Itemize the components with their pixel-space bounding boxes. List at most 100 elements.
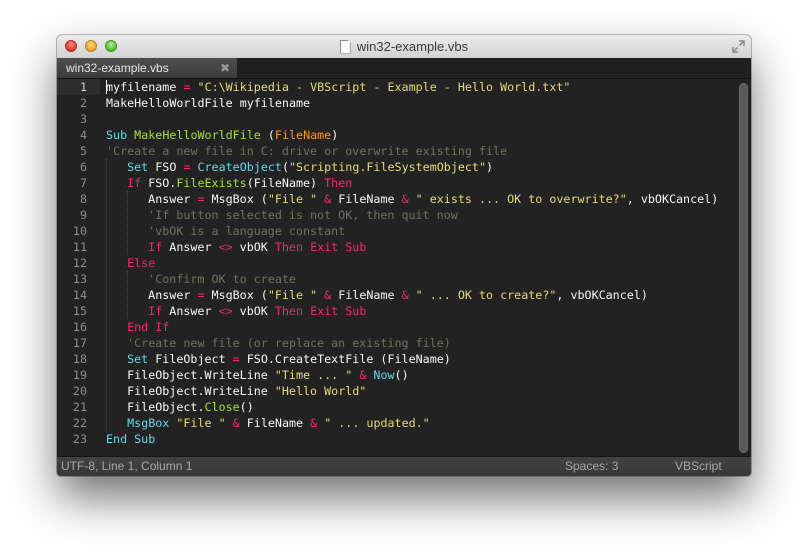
code-token: FileObject.WriteLine: [127, 384, 275, 398]
code-token: Set: [127, 160, 149, 174]
cursor-position-status: UTF-8, Line 1, Column 1: [61, 459, 193, 473]
code-token: (FileName): [246, 176, 325, 190]
code-token: MakeHelloWorldFile myfilename: [106, 96, 311, 110]
code-token: &: [401, 288, 409, 302]
code-line: MsgBox "File " & FileName & " ... update…: [127, 415, 430, 431]
code-token: " ... OK to create?": [415, 288, 557, 302]
code-line: If Answer <> vbOK Then Exit Sub: [148, 239, 366, 255]
code-token: MsgBox: [127, 416, 170, 430]
code-token: myfilename: [106, 80, 184, 94]
code-area[interactable]: myfilename = "C:\Wikipedia - VBScript - …: [106, 79, 731, 457]
code-line: If Answer <> vbOK Then Exit Sub: [148, 303, 366, 319]
code-token: FSO: [148, 160, 184, 174]
line-number-gutter: 1 2 3 4 5 6 7 8 9 10 11 12 13 14 15 16 17 18 19 20 21 22 23: [57, 79, 100, 457]
indent-guide: [127, 191, 129, 255]
code-line: 'vbOK is a language constant: [148, 223, 345, 239]
code-line: 'Create a new file in C: drive or overwr…: [106, 143, 507, 159]
line-number: 8: [79, 192, 87, 206]
code-line: Set FSO = CreateObject("Scripting.FileSy…: [127, 159, 493, 175]
code-token: FileObject: [148, 352, 233, 366]
document-icon: [339, 39, 351, 54]
code-token: FileName: [274, 128, 332, 142]
code-token: Exit Sub: [310, 240, 367, 254]
code-token: Then: [274, 304, 304, 318]
line-number: 12: [72, 256, 87, 270]
code-line: Sub MakeHelloWorldFile (FileName): [106, 127, 338, 143]
vertical-scrollbar[interactable]: [739, 83, 748, 453]
code-line: Else: [127, 255, 155, 271]
code-token: Answer: [148, 192, 198, 206]
text-cursor: [106, 80, 107, 94]
window-title: win32-example.vbs: [356, 39, 469, 54]
line-number: 18: [72, 352, 87, 366]
fullscreen-arrows-icon: [732, 40, 745, 53]
tab-win32-example[interactable]: win32-example.vbs ✖: [57, 58, 237, 78]
code-token: "File ": [267, 288, 318, 302]
line-number: 1: [79, 80, 87, 94]
code-token: Answer: [162, 304, 219, 318]
code-token: "File ": [176, 416, 226, 430]
line-number: 3: [79, 112, 87, 126]
code-line: Answer = MsgBox ("File " & FileName & " …: [148, 287, 648, 303]
code-token: MsgBox (: [204, 192, 268, 206]
code-token: , vbOKCancel): [626, 192, 719, 206]
code-token: (): [239, 400, 254, 414]
code-token: 'vbOK is a language constant: [148, 224, 346, 238]
code-token: Now: [373, 368, 395, 382]
code-token: "File ": [267, 192, 318, 206]
code-token: ): [486, 160, 494, 174]
line-number: 22: [72, 416, 87, 430]
code-line: myfilename = "C:\Wikipedia - VBScript - …: [106, 79, 570, 95]
line-number: 6: [79, 160, 87, 174]
code-token: If: [148, 304, 163, 318]
code-token: FileName: [331, 192, 402, 206]
line-number: 23: [72, 432, 87, 446]
code-token: If: [127, 176, 142, 190]
indent-guide: [127, 271, 129, 319]
code-token: &: [232, 416, 240, 430]
code-token: <>: [218, 240, 233, 254]
code-token: 'If button selected is not OK, then quit…: [148, 208, 458, 222]
code-token: End Sub: [106, 432, 156, 446]
title-bar[interactable]: win32-example.vbs: [57, 35, 751, 59]
code-token: <>: [218, 304, 233, 318]
code-token: FileObject.WriteLine: [127, 368, 275, 382]
code-token: Exit Sub: [310, 304, 367, 318]
code-line: Set FileObject = FSO.CreateTextFile (Fil…: [127, 351, 451, 367]
code-token: CreateObject: [197, 160, 282, 174]
line-number: 19: [72, 368, 87, 382]
code-line: FileObject.WriteLine "Hello World": [127, 383, 366, 399]
code-line: FileObject.Close(): [127, 399, 254, 415]
code-token: , vbOKCancel): [556, 288, 648, 302]
code-token: vbOK: [232, 240, 275, 254]
code-token: Answer: [148, 288, 198, 302]
code-token: MsgBox (: [204, 288, 268, 302]
code-token: "Time ... ": [274, 368, 353, 382]
indentation-selector[interactable]: Spaces: 3: [565, 459, 618, 473]
code-token: FileName: [331, 288, 402, 302]
line-number: 11: [72, 240, 87, 254]
line-number: 21: [72, 400, 87, 414]
code-line: MakeHelloWorldFile myfilename: [106, 95, 310, 111]
line-number: 13: [72, 272, 87, 286]
code-token: Then: [324, 176, 353, 190]
syntax-selector[interactable]: VBScript: [675, 459, 722, 473]
fullscreen-icon[interactable]: [732, 40, 745, 53]
code-line: FileObject.WriteLine "Time ... " & Now(): [127, 367, 409, 383]
line-number: 7: [79, 176, 87, 190]
code-token: FileExists: [176, 176, 247, 190]
code-editor[interactable]: 1 2 3 4 5 6 7 8 9 10 11 12 13 14 15 16 17 18 19 20 21 22 23 my…: [57, 79, 751, 457]
code-token: Close: [204, 400, 240, 414]
code-line: If FSO.FileExists(FileName) Then: [127, 175, 352, 191]
line-number: 16: [72, 320, 87, 334]
editor-window: win32-example.vbs win32-example.vbs ✖ 12…: [57, 35, 751, 476]
code-token: "Hello World": [274, 384, 367, 398]
line-number: 2: [79, 96, 87, 110]
code-line: 'If button selected is not OK, then quit…: [148, 207, 458, 223]
tab-close-icon[interactable]: ✖: [220, 61, 230, 75]
code-line: End If: [127, 319, 169, 335]
